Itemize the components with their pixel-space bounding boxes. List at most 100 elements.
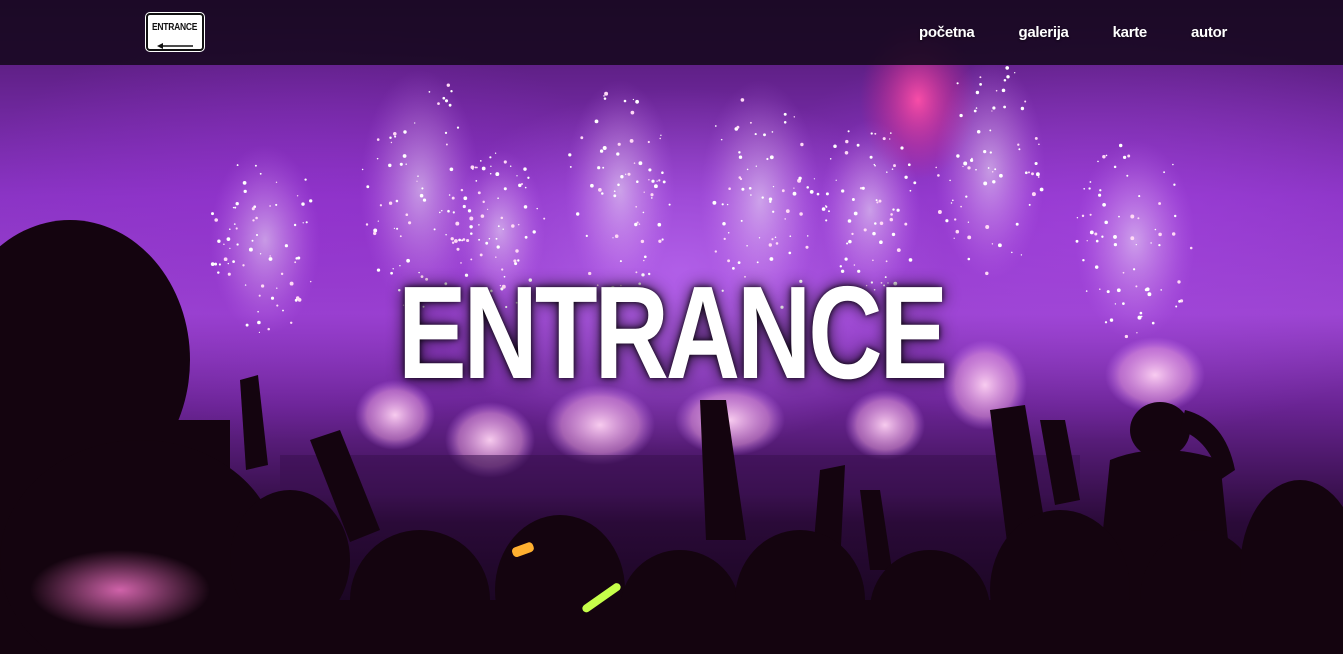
spark	[1014, 72, 1016, 74]
spark	[617, 142, 621, 146]
nav-item-autor[interactable]: autor	[1191, 24, 1227, 41]
spark	[913, 181, 917, 185]
nav-item-pocetna[interactable]: početna	[919, 24, 975, 41]
spark	[395, 199, 399, 203]
spark	[1171, 232, 1176, 236]
spark	[876, 201, 879, 204]
spark	[892, 208, 895, 211]
spark	[1038, 143, 1040, 146]
spark	[975, 90, 980, 95]
spark	[456, 126, 460, 129]
spark	[259, 172, 262, 175]
spark	[1018, 148, 1021, 151]
spark	[405, 213, 409, 217]
spark	[376, 138, 380, 141]
spark	[781, 189, 785, 193]
spark	[472, 168, 474, 170]
spark	[1094, 232, 1098, 236]
spark	[771, 131, 774, 133]
spark	[1075, 239, 1079, 243]
spark	[1150, 242, 1152, 244]
spark	[904, 175, 908, 179]
spark	[1076, 217, 1079, 219]
spark	[783, 121, 787, 124]
spark	[1098, 193, 1102, 197]
spark	[1113, 165, 1117, 169]
spark	[847, 130, 850, 133]
spark	[516, 175, 518, 177]
spark	[236, 164, 239, 167]
spark	[304, 178, 307, 181]
spark	[1028, 203, 1031, 206]
spark	[739, 177, 743, 181]
spark	[1083, 187, 1086, 190]
spark	[661, 171, 664, 174]
logo[interactable]: ENTRANCE	[146, 13, 204, 51]
spark	[255, 216, 258, 220]
spark	[1130, 214, 1135, 219]
spark	[524, 235, 528, 239]
spark	[590, 183, 594, 188]
spark	[784, 218, 787, 220]
spark	[825, 219, 828, 222]
spark	[293, 223, 297, 227]
spark	[445, 233, 447, 236]
spark	[448, 194, 451, 196]
spark	[841, 189, 845, 193]
spark	[1158, 202, 1162, 205]
spark	[816, 192, 820, 196]
spark	[419, 193, 424, 198]
spark	[890, 213, 893, 216]
spark	[232, 206, 235, 209]
spark	[950, 202, 953, 204]
spark	[497, 197, 499, 199]
spark	[379, 204, 383, 207]
spark	[829, 158, 832, 160]
spark	[296, 195, 299, 197]
spark	[875, 199, 878, 202]
spark	[755, 165, 757, 167]
nav-item-karte[interactable]: karte	[1113, 24, 1148, 41]
spark	[886, 171, 888, 173]
spark	[643, 191, 645, 193]
spark	[502, 228, 504, 230]
crowd-light	[30, 550, 210, 630]
spark	[891, 232, 896, 237]
spark	[376, 157, 379, 160]
spark	[907, 163, 911, 167]
spark	[494, 152, 497, 154]
spark	[451, 196, 455, 200]
spark	[661, 238, 664, 241]
spark	[1035, 172, 1040, 177]
spark	[373, 231, 377, 236]
spark	[853, 211, 858, 216]
spark	[1081, 214, 1085, 218]
spark	[997, 243, 1002, 248]
spark	[1017, 143, 1020, 146]
spark	[1173, 214, 1177, 218]
spark	[1024, 100, 1027, 103]
spark	[604, 91, 609, 96]
spark	[1003, 78, 1007, 82]
spark	[714, 125, 717, 127]
spark	[647, 140, 650, 144]
spark	[758, 237, 761, 239]
stage	[280, 455, 1080, 495]
spark	[233, 223, 236, 225]
spark	[467, 209, 472, 213]
spark	[738, 155, 743, 159]
spark	[668, 203, 671, 206]
spark	[466, 238, 470, 243]
spark	[951, 199, 954, 202]
spark	[478, 224, 480, 226]
spark	[599, 149, 604, 153]
spark	[904, 222, 908, 226]
spark	[863, 228, 867, 232]
spark	[727, 232, 730, 234]
spark	[623, 99, 627, 103]
spark	[768, 243, 772, 247]
spark	[1086, 240, 1088, 242]
spark	[1113, 242, 1118, 247]
spark	[275, 203, 278, 206]
nav-item-galerija[interactable]: galerija	[1018, 24, 1068, 41]
